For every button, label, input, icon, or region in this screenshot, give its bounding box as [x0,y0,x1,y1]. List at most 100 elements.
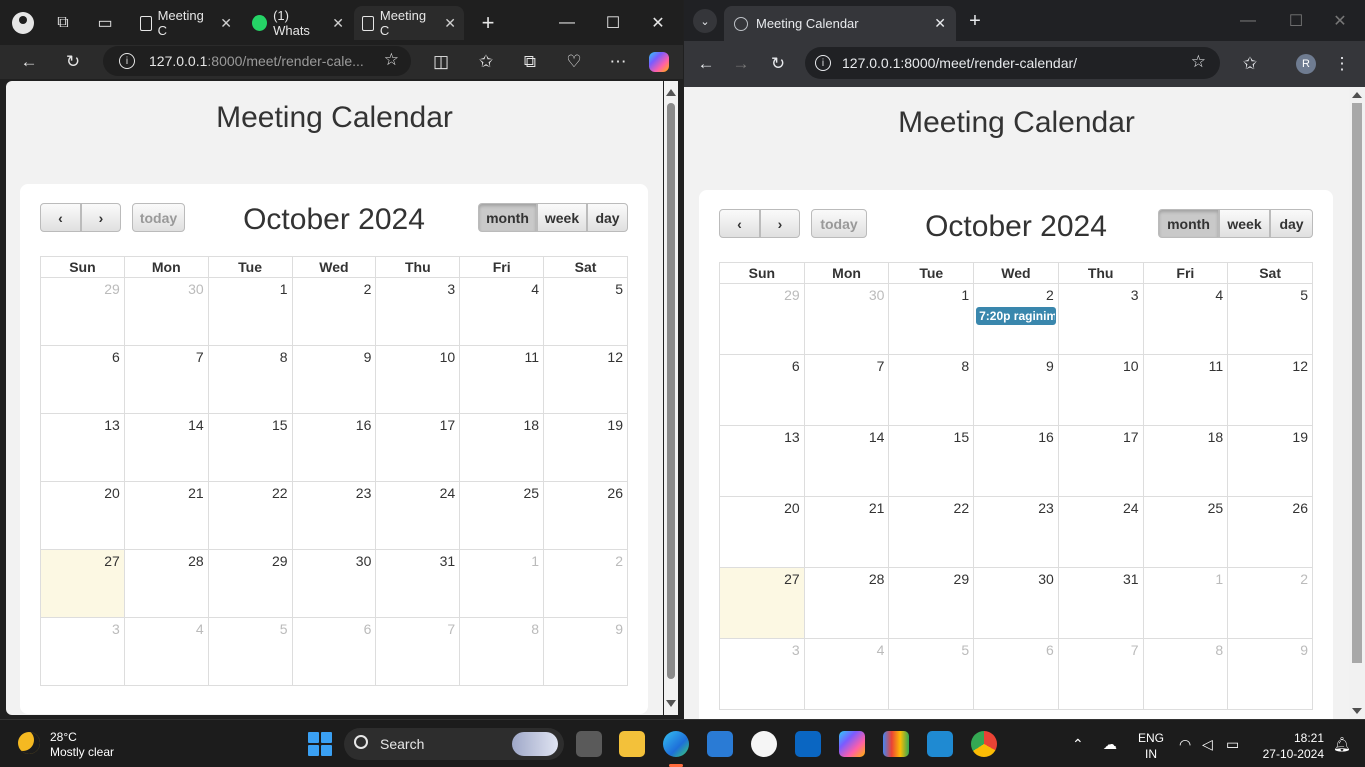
profile-avatar[interactable]: R [1296,54,1316,74]
gmail-icon[interactable] [883,731,909,757]
back-icon[interactable]: ← [17,50,41,74]
new-tab-icon[interactable]: + [964,10,986,32]
today-button[interactable]: today [811,209,867,238]
edge-tab-2[interactable]: (1) Whats ✕ [244,6,352,40]
microsoft-store-icon[interactable] [707,731,733,757]
day-cell[interactable]: 8 [459,617,545,686]
day-cell[interactable]: 1 [888,283,975,355]
tab-search-chevron-icon[interactable]: ⌄ [693,9,717,33]
day-cell[interactable]: 4 [803,638,890,710]
day-view-button[interactable]: day [1270,209,1313,238]
favorite-star-icon[interactable]: ☆ [384,50,399,70]
day-cell[interactable]: 3 [719,638,805,710]
edge-tab-3-active[interactable]: Meeting C ✕ [354,6,464,40]
day-cell[interactable]: 25 [459,481,545,550]
week-view-button[interactable]: week [1219,209,1270,238]
day-cell[interactable]: 1 [207,277,293,346]
day-cell[interactable]: 1 [459,549,545,618]
scroll-down-icon[interactable] [1352,708,1362,714]
close-tab-icon[interactable]: ✕ [220,15,232,32]
next-month-button[interactable]: › [760,209,800,238]
day-cell[interactable]: 18 [1142,425,1229,497]
day-cell[interactable]: 6 [719,354,805,426]
tab-actions-icon[interactable]: ▭ [93,11,117,35]
day-cell[interactable]: 28 [123,549,209,618]
day-cell[interactable]: 18 [459,413,545,482]
day-cell[interactable]: 19 [1227,425,1313,497]
day-cell[interactable]: 29 [888,567,975,639]
day-cell[interactable]: 25 [1142,496,1229,568]
day-cell[interactable]: 31 [1057,567,1144,639]
profile-icon[interactable] [11,11,35,35]
next-month-button[interactable]: › [81,203,121,232]
language-indicator[interactable]: ENG IN [1136,730,1166,762]
chrome-tab-active[interactable]: Meeting Calendar ✕ [724,6,956,41]
close-tab-icon[interactable]: ✕ [934,15,946,32]
day-cell[interactable]: 2 [291,277,377,346]
day-cell[interactable]: 2 [1227,567,1313,639]
week-view-button[interactable]: week [537,203,587,232]
day-cell[interactable]: 16 [973,425,1059,497]
file-explorer-icon[interactable] [619,731,645,757]
day-cell[interactable]: 22 [207,481,293,550]
day-cell[interactable]: 19 [543,413,628,482]
day-cell[interactable]: 29 [40,277,125,346]
day-cell[interactable]: 31 [375,549,461,618]
day-cell[interactable]: 14 [803,425,890,497]
day-cell[interactable]: 5 [207,617,293,686]
day-cell[interactable]: 30 [973,567,1059,639]
edge-tab-1[interactable]: Meeting C ✕ [132,6,240,40]
day-cell[interactable]: 26 [1227,496,1313,568]
day-cell[interactable]: 5 [888,638,975,710]
today-button[interactable]: today [132,203,185,232]
workspaces-icon[interactable]: ⧉ [51,11,75,35]
copilot-icon[interactable] [649,52,669,72]
address-bar[interactable]: i 127.0.0.1:8000/meet/render-calendar/ ☆ [805,47,1220,79]
day-cell[interactable]: 24 [1057,496,1144,568]
day-cell[interactable]: 4 [459,277,545,346]
onedrive-offline-icon[interactable]: ☁ [1103,720,1117,767]
collections-icon[interactable]: ⧉ [518,50,542,74]
bookmark-star-icon[interactable]: ☆ [1191,52,1206,72]
day-cell[interactable]: 29 [207,549,293,618]
day-cell[interactable]: 3 [40,617,125,686]
chrome-icon[interactable] [971,731,997,757]
close-window-icon[interactable]: ✕ [1329,10,1351,32]
day-cell[interactable]: 20 [40,481,125,550]
day-cell[interactable]: 23 [291,481,377,550]
day-cell[interactable]: 4 [1142,283,1229,355]
day-cell[interactable]: 17 [1057,425,1144,497]
scrollbar-thumb[interactable] [1352,103,1362,663]
address-bar[interactable]: i 127.0.0.1:8000/meet/render-cale... ☆ [103,46,411,76]
day-cell[interactable]: 2 7:20p raginimi [973,283,1059,355]
day-cell[interactable]: 23 [973,496,1059,568]
day-cell[interactable]: 5 [1227,283,1313,355]
day-cell[interactable]: 30 [291,549,377,618]
day-cell[interactable]: 8 [207,345,293,414]
close-tab-icon[interactable]: ✕ [444,15,456,32]
refresh-icon[interactable]: ↻ [61,50,85,74]
day-cell[interactable]: 29 [719,283,805,355]
volume-icon[interactable]: ◁ [1202,720,1213,767]
day-cell[interactable]: 15 [207,413,293,482]
day-cell[interactable]: 2 [543,549,628,618]
more-menu-icon[interactable]: ⋯ [606,50,630,74]
day-cell[interactable]: 30 [123,277,209,346]
day-cell[interactable]: 13 [40,413,125,482]
chrome-scrollbar[interactable] [1349,87,1365,719]
scroll-up-icon[interactable] [1352,92,1362,98]
close-window-icon[interactable]: ✕ [646,11,670,35]
minimize-icon[interactable]: — [555,11,579,35]
day-cell[interactable]: 12 [543,345,628,414]
back-icon[interactable]: ← [694,52,718,76]
day-cell[interactable]: 27 [719,567,805,639]
scrollbar-thumb[interactable] [667,103,675,679]
day-cell[interactable]: 3 [375,277,461,346]
favorites-icon[interactable]: ✩ [474,50,498,74]
day-cell[interactable]: 15 [888,425,975,497]
day-cell[interactable]: 20 [719,496,805,568]
site-info-icon[interactable]: i [119,53,135,69]
minimize-icon[interactable]: — [1237,10,1259,32]
day-cell[interactable]: 7 [123,345,209,414]
day-cell[interactable]: 9 [291,345,377,414]
